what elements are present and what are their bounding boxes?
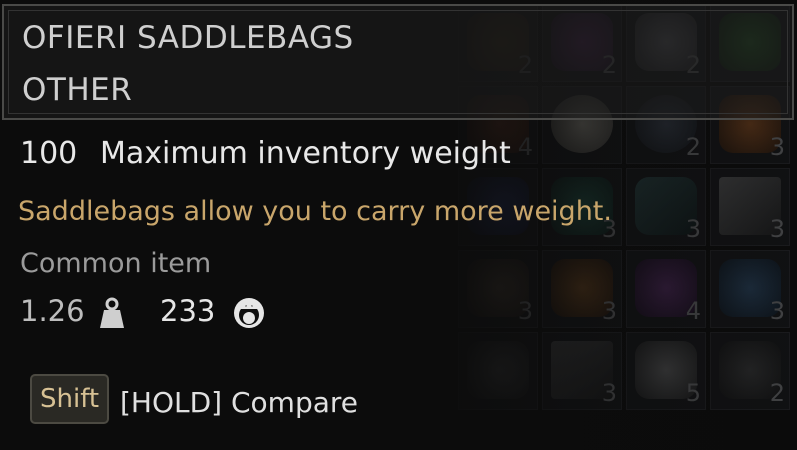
item-weight: 1.26 [20, 294, 85, 328]
item-price: 233 [160, 294, 216, 328]
item-name: OFIERI SADDLEBAGS [22, 20, 354, 56]
shift-key-prompt[interactable]: Shift [30, 374, 110, 424]
item-rarity: Common item [20, 248, 212, 279]
item-description: Saddlebags allow you to carry more weigh… [18, 196, 612, 227]
item-category: OTHER [22, 72, 133, 108]
stat-value: 100 [20, 136, 78, 171]
crown-coin-icon [234, 298, 264, 328]
tooltip-header: OFIERI SADDLEBAGS OTHER [2, 4, 794, 120]
compare-hint: [HOLD] Compare [120, 386, 359, 419]
stat-row: 100 Maximum inventory weight [20, 136, 511, 171]
weight-icon [100, 297, 124, 328]
stat-label: Maximum inventory weight [100, 136, 511, 171]
item-tooltip: OFIERI SADDLEBAGS OTHER 100 Maximum inven… [0, 0, 797, 450]
